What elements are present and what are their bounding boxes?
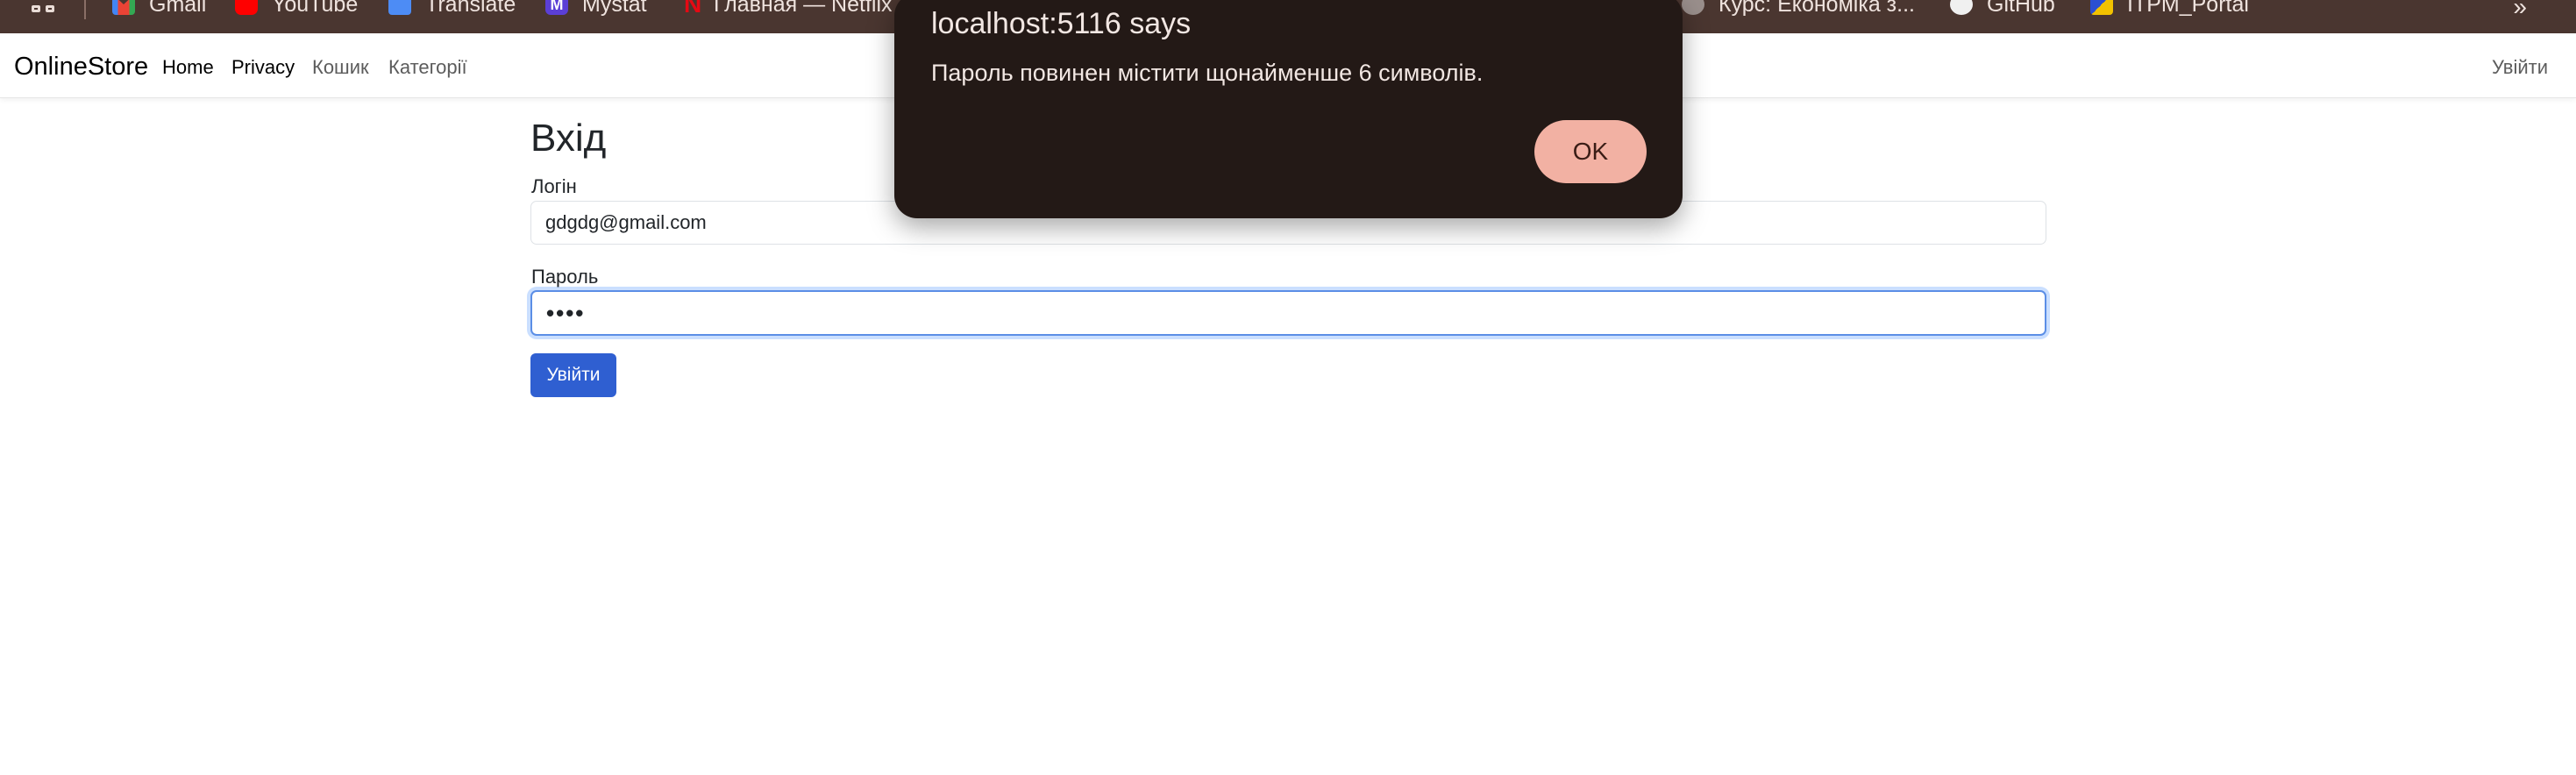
bookmark-youtube[interactable]: YouTube: [235, 0, 358, 18]
nav-categories[interactable]: Категорії: [388, 56, 467, 79]
login-submit-button[interactable]: Увійти: [530, 353, 616, 397]
alert-ok-button[interactable]: OK: [1534, 120, 1647, 183]
globe-icon: [1682, 0, 1704, 15]
bookmark-label: Gmail: [149, 0, 207, 17]
bookmark-label: GitHub: [1987, 0, 2055, 17]
bookmark-itpm-portal[interactable]: ITPM_Portal: [2090, 0, 2249, 18]
alert-message: Пароль повинен містити щонайменше 6 симв…: [931, 60, 1484, 86]
translate-icon: [388, 0, 411, 15]
apps-grid-icon[interactable]: [32, 2, 58, 21]
more-bookmarks-icon[interactable]: »: [2513, 0, 2527, 21]
bookmark-label: Курс: Економіка з...: [1719, 0, 1915, 17]
nav-cart[interactable]: Кошик: [312, 56, 369, 79]
password-label: Пароль: [531, 266, 599, 288]
portal-icon: [2090, 0, 2113, 15]
bookmarks-divider: [84, 0, 86, 19]
bookmark-label: Translate: [425, 0, 516, 17]
bookmark-label: Mystat: [582, 0, 647, 17]
alert-dialog: localhost:5116 says Пароль повинен місти…: [894, 0, 1683, 218]
gmail-icon: [112, 0, 135, 15]
nav-login[interactable]: Увійти: [2492, 56, 2548, 79]
alert-title: localhost:5116 says: [931, 7, 1192, 40]
bookmark-course[interactable]: Курс: Економіка з...: [1682, 0, 1915, 18]
nav-privacy[interactable]: Privacy: [231, 56, 295, 79]
bookmark-label: Главная — Netflix: [714, 0, 893, 17]
bookmark-netflix[interactable]: N Главная — Netflix: [684, 0, 893, 18]
nav-home[interactable]: Home: [162, 56, 214, 79]
bookmark-mystat[interactable]: M Mystat: [545, 0, 647, 18]
bookmark-gmail[interactable]: Gmail: [112, 0, 206, 18]
mystat-icon: M: [545, 0, 568, 15]
youtube-icon: [235, 0, 258, 15]
page-title: Вхід: [530, 117, 607, 160]
bookmark-translate[interactable]: Translate: [388, 0, 516, 18]
login-label: Логін: [531, 175, 577, 197]
bookmark-label: ITPM_Portal: [2127, 0, 2249, 17]
site-brand[interactable]: OnlineStore: [14, 53, 148, 82]
netflix-icon: N: [684, 0, 702, 18]
password-field[interactable]: ••••: [530, 290, 2046, 336]
github-icon: [1950, 0, 1973, 15]
bookmark-github[interactable]: GitHub: [1950, 0, 2055, 18]
bookmark-label: YouTube: [272, 0, 359, 17]
